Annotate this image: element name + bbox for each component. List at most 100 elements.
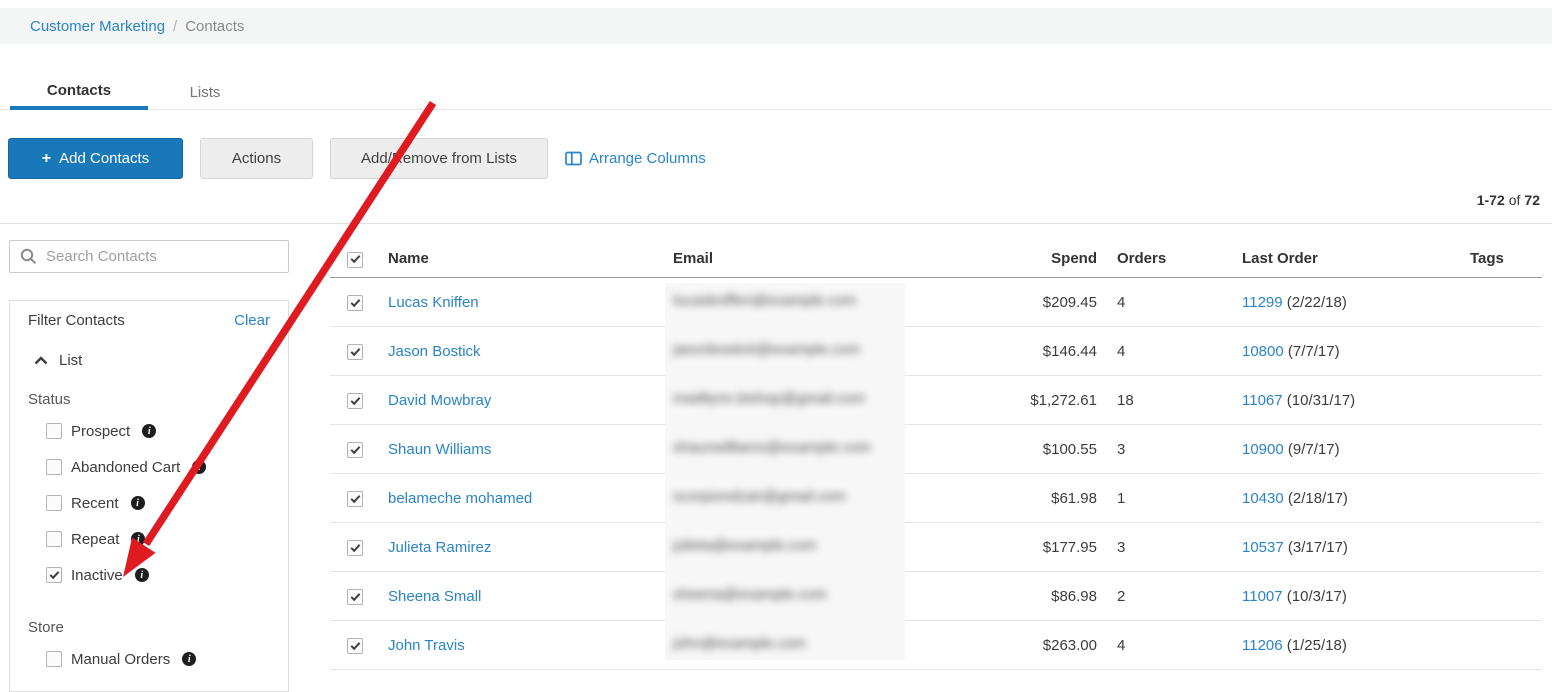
column-header-tags: Tags [1470, 250, 1542, 267]
order-number-link[interactable]: 10430 [1242, 490, 1284, 507]
search-contacts-input[interactable] [46, 248, 280, 265]
store-filter-list: Manual Orders [46, 641, 278, 677]
contact-name-link[interactable]: Jason Bostick [388, 343, 481, 360]
pagination-range: 1-72 [1477, 192, 1505, 208]
info-icon[interactable] [131, 496, 145, 510]
filter-contacts-panel: Filter Contacts Clear List Status Prospe… [9, 300, 289, 692]
row-checkbox[interactable] [347, 442, 363, 458]
breadcrumb-link-customer-marketing[interactable]: Customer Marketing [30, 18, 165, 35]
info-icon[interactable] [131, 532, 145, 546]
filter-checkbox[interactable] [46, 651, 62, 667]
row-checkbox[interactable] [347, 295, 363, 311]
contact-name-link[interactable]: belameche mohamed [388, 490, 532, 507]
actions-button[interactable]: Actions [200, 138, 313, 179]
clear-filters-link[interactable]: Clear [234, 312, 270, 329]
row-checkbox[interactable] [347, 638, 363, 654]
row-checkbox-cell [330, 587, 378, 606]
info-icon[interactable] [135, 568, 149, 582]
breadcrumb-current: Contacts [185, 18, 244, 35]
filter-panel-title: Filter Contacts [28, 312, 125, 329]
tab-lists[interactable]: Lists [148, 74, 262, 110]
order-date: (10/31/17) [1287, 392, 1355, 409]
select-all-checkbox[interactable] [347, 252, 363, 268]
contact-name-link[interactable]: David Mowbray [388, 392, 491, 409]
spend-cell: $1,272.61 [905, 392, 1097, 409]
contact-name-link[interactable]: Lucas Kniffen [388, 294, 479, 311]
pagination-of: of [1509, 192, 1521, 208]
orders-cell: 18 [1097, 392, 1222, 409]
filter-panel-header: Filter Contacts Clear [28, 312, 270, 329]
order-number-link[interactable]: 11299 [1242, 294, 1283, 311]
row-checkbox-cell [330, 391, 378, 410]
add-contacts-button[interactable]: + Add Contacts [8, 138, 183, 179]
contact-name-link[interactable]: Sheena Small [388, 588, 481, 605]
filter-row: Repeat [46, 521, 278, 557]
contact-name-link[interactable]: Shaun Williams [388, 441, 491, 458]
row-checkbox[interactable] [347, 393, 363, 409]
filter-checkbox[interactable] [46, 495, 62, 511]
spend-cell: $100.55 [905, 441, 1097, 458]
spend-cell: $209.45 [905, 294, 1097, 311]
row-checkbox-cell [330, 440, 378, 459]
contact-name-cell: John Travis [378, 637, 665, 654]
contacts-table: Name Email Spend Orders Last Order Tags … [330, 240, 1542, 670]
orders-cell: 1 [1097, 490, 1222, 507]
table-row: belameche mohamed $61.98 1 10430 (2/18/1… [330, 474, 1542, 523]
order-date: (10/3/17) [1287, 588, 1347, 605]
order-number-link[interactable]: 11206 [1242, 637, 1283, 654]
info-icon[interactable] [182, 652, 196, 666]
tab-bar: Contacts Lists [10, 74, 262, 110]
check-icon [350, 444, 360, 454]
check-icon [350, 395, 360, 405]
filter-checkbox[interactable] [46, 567, 62, 583]
orders-cell: 4 [1097, 343, 1222, 360]
tab-contacts[interactable]: Contacts [10, 74, 148, 110]
last-order-cell: 11007 (10/3/17) [1222, 588, 1470, 605]
blurred-email: julieta@example.com [673, 537, 817, 557]
contact-name-cell: belameche mohamed [378, 490, 665, 507]
order-number-link[interactable]: 10900 [1242, 441, 1284, 458]
add-remove-from-lists-button[interactable]: Add/Remove from Lists [330, 138, 548, 179]
column-header-email: Email [665, 250, 905, 267]
table-row: Sheena Small $86.98 2 11007 (10/3/17) [330, 572, 1542, 621]
arrange-columns-link[interactable]: Arrange Columns [565, 150, 706, 167]
order-number-link[interactable]: 11067 [1242, 392, 1283, 409]
list-section-label: List [59, 352, 82, 369]
check-icon [49, 569, 59, 579]
order-number-link[interactable]: 10537 [1242, 539, 1284, 556]
search-icon [20, 248, 37, 265]
contact-name-link[interactable]: Julieta Ramirez [388, 539, 491, 556]
row-checkbox-cell [330, 342, 378, 361]
table-row: John Travis $263.00 4 11206 (1/25/18) [330, 621, 1542, 670]
info-icon[interactable] [142, 424, 156, 438]
row-checkbox[interactable] [347, 540, 363, 556]
list-section-toggle[interactable]: List [34, 352, 82, 369]
order-date: (3/17/17) [1288, 539, 1348, 556]
filter-checkbox[interactable] [46, 459, 62, 475]
contact-name-cell: Shaun Williams [378, 441, 665, 458]
contact-name-link[interactable]: John Travis [388, 637, 465, 654]
row-checkbox[interactable] [347, 589, 363, 605]
row-checkbox-cell [330, 538, 378, 557]
row-checkbox[interactable] [347, 491, 363, 507]
filter-checkbox[interactable] [46, 531, 62, 547]
order-number-link[interactable]: 11007 [1242, 588, 1283, 605]
order-date: (9/7/17) [1288, 441, 1340, 458]
spend-cell: $61.98 [905, 490, 1097, 507]
contact-name-cell: David Mowbray [378, 392, 665, 409]
spend-cell: $146.44 [905, 343, 1097, 360]
add-contacts-label: Add Contacts [59, 150, 149, 167]
order-number-link[interactable]: 10800 [1242, 343, 1284, 360]
row-checkbox[interactable] [347, 344, 363, 360]
spend-cell: $263.00 [905, 637, 1097, 654]
filter-checkbox[interactable] [46, 423, 62, 439]
filter-row: Recent [46, 485, 278, 521]
columns-icon [565, 151, 582, 166]
check-icon [350, 253, 360, 263]
orders-cell: 4 [1097, 294, 1222, 311]
column-header-name: Name [378, 250, 665, 267]
info-icon[interactable] [192, 460, 206, 474]
filter-row: Abandoned Cart [46, 449, 278, 485]
contact-name-cell: Jason Bostick [378, 343, 665, 360]
table-row: Jason Bostick $146.44 4 10800 (7/7/17) [330, 327, 1542, 376]
